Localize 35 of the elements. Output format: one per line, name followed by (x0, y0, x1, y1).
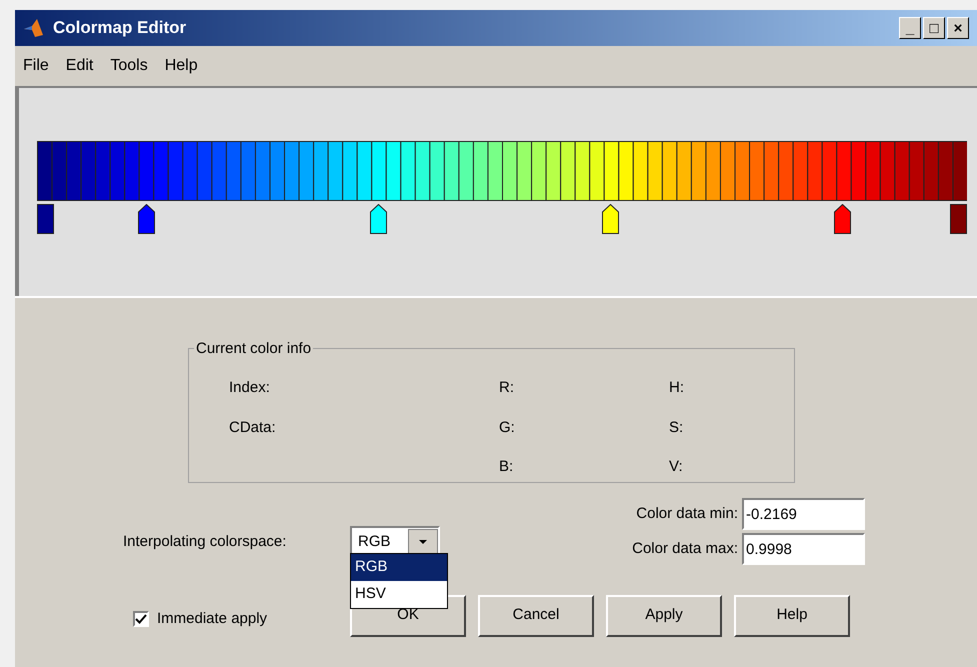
info-label: R: (499, 378, 515, 398)
dialog-button[interactable]: Cancel (478, 595, 594, 637)
checkbox-label[interactable]: Immediate apply (157, 608, 268, 630)
field-label: Color data min: (636, 504, 738, 524)
minimize-button[interactable]: _ (899, 17, 921, 39)
color-marker[interactable] (834, 204, 852, 234)
info-label: B: (499, 457, 514, 477)
dialog-button[interactable]: Help (734, 595, 850, 637)
dropdown-option[interactable]: RGB (351, 554, 447, 581)
info-label: G: (499, 418, 516, 438)
info-label: Index: (229, 378, 271, 398)
dialog-button[interactable]: Apply (606, 595, 722, 637)
menu-item[interactable]: Help (164, 54, 198, 78)
menu-item[interactable]: Tools (110, 54, 148, 78)
color-marker[interactable] (370, 204, 388, 234)
checkbox[interactable] (133, 611, 149, 628)
field-label: Color data max: (632, 538, 738, 559)
info-label: H: (669, 378, 685, 398)
input-field[interactable]: 0.9998 (742, 533, 865, 565)
info-label: S: (669, 418, 684, 438)
input-field[interactable]: -0.2169 (742, 498, 865, 530)
menu-item[interactable]: File (23, 54, 49, 78)
info-label: CData: (229, 418, 277, 438)
info-label: V: (669, 457, 684, 477)
color-marker[interactable] (138, 204, 156, 234)
end-marker[interactable] (37, 204, 54, 234)
color-marker[interactable] (602, 204, 620, 234)
app-logo-icon (23, 18, 45, 38)
close-button[interactable]: × (947, 17, 969, 39)
window-title: Colormap Editor (53, 17, 186, 40)
menu-item[interactable]: Edit (66, 54, 94, 78)
dropdown-arrow-icon[interactable] (408, 529, 438, 555)
end-marker[interactable] (950, 204, 967, 234)
maximize-button[interactable]: □ (923, 17, 945, 39)
field-label: Interpolating colorspace: (123, 532, 288, 552)
